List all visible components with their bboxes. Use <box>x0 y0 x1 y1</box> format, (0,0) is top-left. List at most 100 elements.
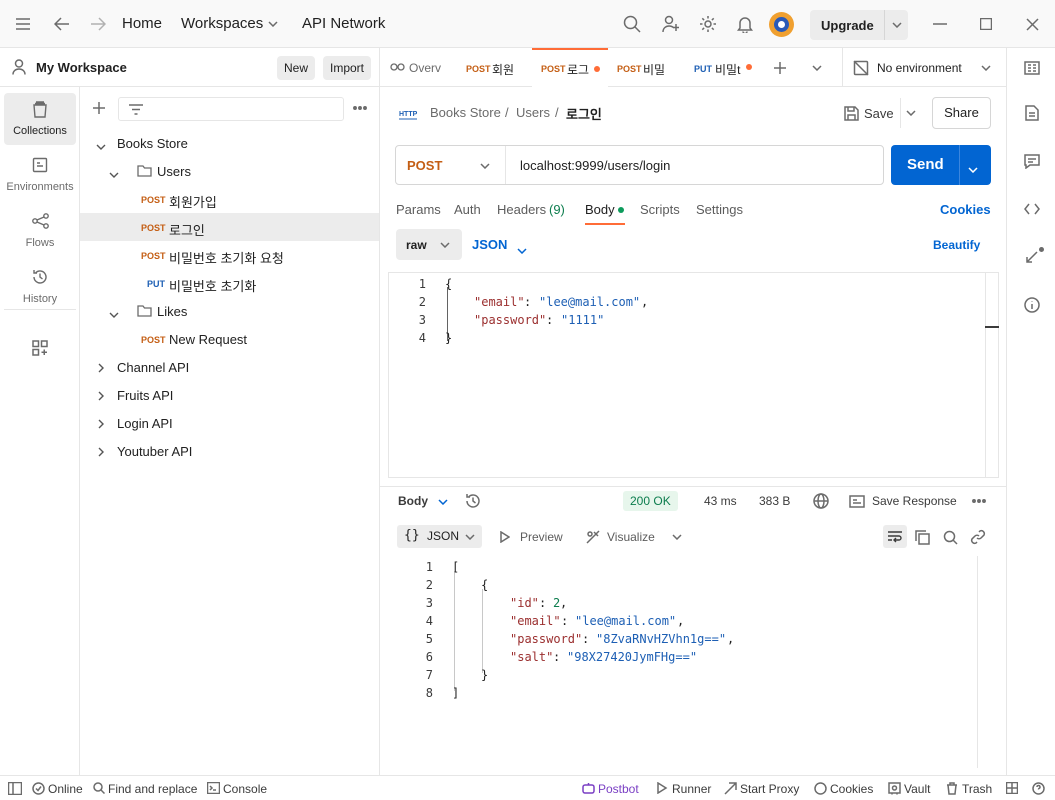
cookies-link[interactable]: Cookies <box>940 202 991 217</box>
body-format-select[interactable]: JSON <box>466 229 532 260</box>
documentation-icon[interactable] <box>1022 103 1042 123</box>
console-button[interactable]: Console <box>223 782 267 796</box>
tab-reset[interactable]: PUT 비밀t <box>686 48 756 87</box>
save-response-button[interactable]: Save Response <box>872 494 957 508</box>
api-network-link[interactable]: API Network <box>302 15 385 32</box>
scroll-indicator[interactable] <box>985 326 999 328</box>
response-scrollbar[interactable] <box>977 556 978 768</box>
response-time[interactable]: 43 ms <box>704 494 737 508</box>
add-tab-icon[interactable] <box>772 60 788 76</box>
sidebar-toggle-icon[interactable] <box>8 781 22 795</box>
chevron-down-icon[interactable] <box>890 19 904 31</box>
request-item[interactable]: PUT 비밀번호 초기화 <box>80 269 379 297</box>
runner-button[interactable]: Runner <box>672 782 711 796</box>
tab-settings[interactable]: Settings <box>696 202 743 217</box>
add-apps-icon[interactable] <box>31 339 49 357</box>
collection-item[interactable]: Fruits API <box>80 381 379 409</box>
tab-params[interactable]: Params <box>396 202 441 217</box>
minimize-icon[interactable] <box>930 14 950 34</box>
online-status[interactable]: Online <box>48 782 83 796</box>
preview-button[interactable]: Preview <box>520 530 563 544</box>
bell-icon[interactable] <box>735 14 755 34</box>
tab-reset-request[interactable]: POST 비밀 <box>610 48 684 87</box>
back-arrow-icon[interactable] <box>52 14 72 34</box>
request-item[interactable]: POST 회원가입 <box>80 185 379 213</box>
add-icon[interactable] <box>92 100 106 116</box>
chevron-right-icon[interactable] <box>98 445 104 460</box>
chevron-down-icon[interactable] <box>109 166 119 181</box>
breadcrumb-collection[interactable]: Books Store <box>430 105 501 120</box>
code-icon[interactable] <box>1022 199 1042 219</box>
chevron-down-icon[interactable] <box>810 62 824 74</box>
history-icon[interactable] <box>464 492 482 510</box>
tab-body[interactable]: Body <box>585 200 625 225</box>
tab-signup[interactable]: POST 회원 <box>456 48 530 87</box>
rail-collections[interactable]: Collections <box>4 93 76 145</box>
filter-input[interactable] <box>118 97 344 121</box>
wrap-lines-button[interactable] <box>883 525 907 548</box>
menu-icon[interactable] <box>12 14 34 34</box>
help-icon[interactable] <box>1031 781 1045 795</box>
tab-auth[interactable]: Auth <box>454 202 481 217</box>
upgrade-button[interactable]: Upgrade <box>810 10 908 40</box>
send-button[interactable]: Send <box>891 145 991 185</box>
cookies-button[interactable]: Cookies <box>830 782 873 796</box>
chevron-down-icon[interactable] <box>979 62 993 74</box>
response-format-select[interactable]: {} JSON <box>397 525 482 548</box>
maximize-icon[interactable] <box>976 14 996 34</box>
chevron-right-icon[interactable] <box>98 389 104 404</box>
tab-headers[interactable]: Headers <box>497 202 546 217</box>
workspaces-menu[interactable]: Workspaces <box>181 15 263 32</box>
new-button[interactable]: New <box>277 56 315 80</box>
request-item[interactable]: POST 비밀번호 초기화 요청 <box>80 241 379 269</box>
body-mode-select[interactable]: raw <box>396 229 462 260</box>
collection-item[interactable]: Youtuber API <box>80 437 379 465</box>
settings-gear-icon[interactable] <box>698 14 718 34</box>
method-selector[interactable]: POST <box>396 146 506 184</box>
info-icon[interactable] <box>1022 295 1042 315</box>
chevron-down-icon[interactable] <box>96 138 106 153</box>
comments-icon[interactable] <box>1022 151 1042 171</box>
link-icon[interactable] <box>969 528 987 546</box>
rail-environments[interactable]: Environments <box>4 149 76 201</box>
tab-login[interactable]: POST 로그 <box>532 48 608 87</box>
workspace-name[interactable]: My Workspace <box>36 60 127 75</box>
collection-books-store[interactable]: Books Store <box>80 129 379 157</box>
environment-selector[interactable]: No environment <box>842 48 1006 87</box>
invite-user-icon[interactable] <box>661 14 681 34</box>
save-button[interactable]: Save <box>838 98 924 128</box>
tab-overview[interactable]: Overv <box>380 48 452 87</box>
visualize-button[interactable]: Visualize <box>607 530 655 544</box>
search-icon[interactable] <box>941 528 959 546</box>
import-button[interactable]: Import <box>323 56 371 80</box>
collection-item[interactable]: Channel API <box>80 353 379 381</box>
chevron-right-icon[interactable] <box>98 417 104 432</box>
vault-button[interactable]: Vault <box>904 782 930 796</box>
postbot-button[interactable]: Postbot <box>598 782 639 796</box>
chevron-down-icon[interactable] <box>670 532 684 542</box>
home-link[interactable]: Home <box>122 15 162 32</box>
breadcrumb-folder[interactable]: Users <box>516 105 550 120</box>
rail-history[interactable]: History <box>4 261 76 313</box>
url-input[interactable]: localhost:9999/users/login <box>520 158 670 173</box>
request-item[interactable]: POST New Request <box>80 325 379 353</box>
forward-arrow-icon[interactable] <box>88 14 108 34</box>
folder-users[interactable]: Users <box>80 157 379 185</box>
request-item-selected[interactable]: POST 로그인 <box>80 213 379 241</box>
rail-flows[interactable]: Flows <box>4 205 76 257</box>
environment-quick-look-icon[interactable] <box>1022 58 1042 78</box>
trash-button[interactable]: Trash <box>962 782 992 796</box>
chevron-down-icon[interactable] <box>109 306 119 321</box>
chevron-down-icon[interactable] <box>904 107 918 119</box>
avatar[interactable] <box>769 12 794 37</box>
folder-likes[interactable]: Likes <box>80 297 379 325</box>
response-body-select[interactable]: Body <box>396 492 454 512</box>
breadcrumb-request[interactable]: 로그인 <box>566 104 602 123</box>
start-proxy-button[interactable]: Start Proxy <box>740 782 799 796</box>
beautify-link[interactable]: Beautify <box>933 238 980 252</box>
collection-item[interactable]: Login API <box>80 409 379 437</box>
chevron-down-icon[interactable] <box>266 17 280 31</box>
find-replace-button[interactable]: Find and replace <box>108 782 197 796</box>
share-button[interactable]: Share <box>932 97 991 129</box>
search-icon[interactable] <box>622 14 642 34</box>
